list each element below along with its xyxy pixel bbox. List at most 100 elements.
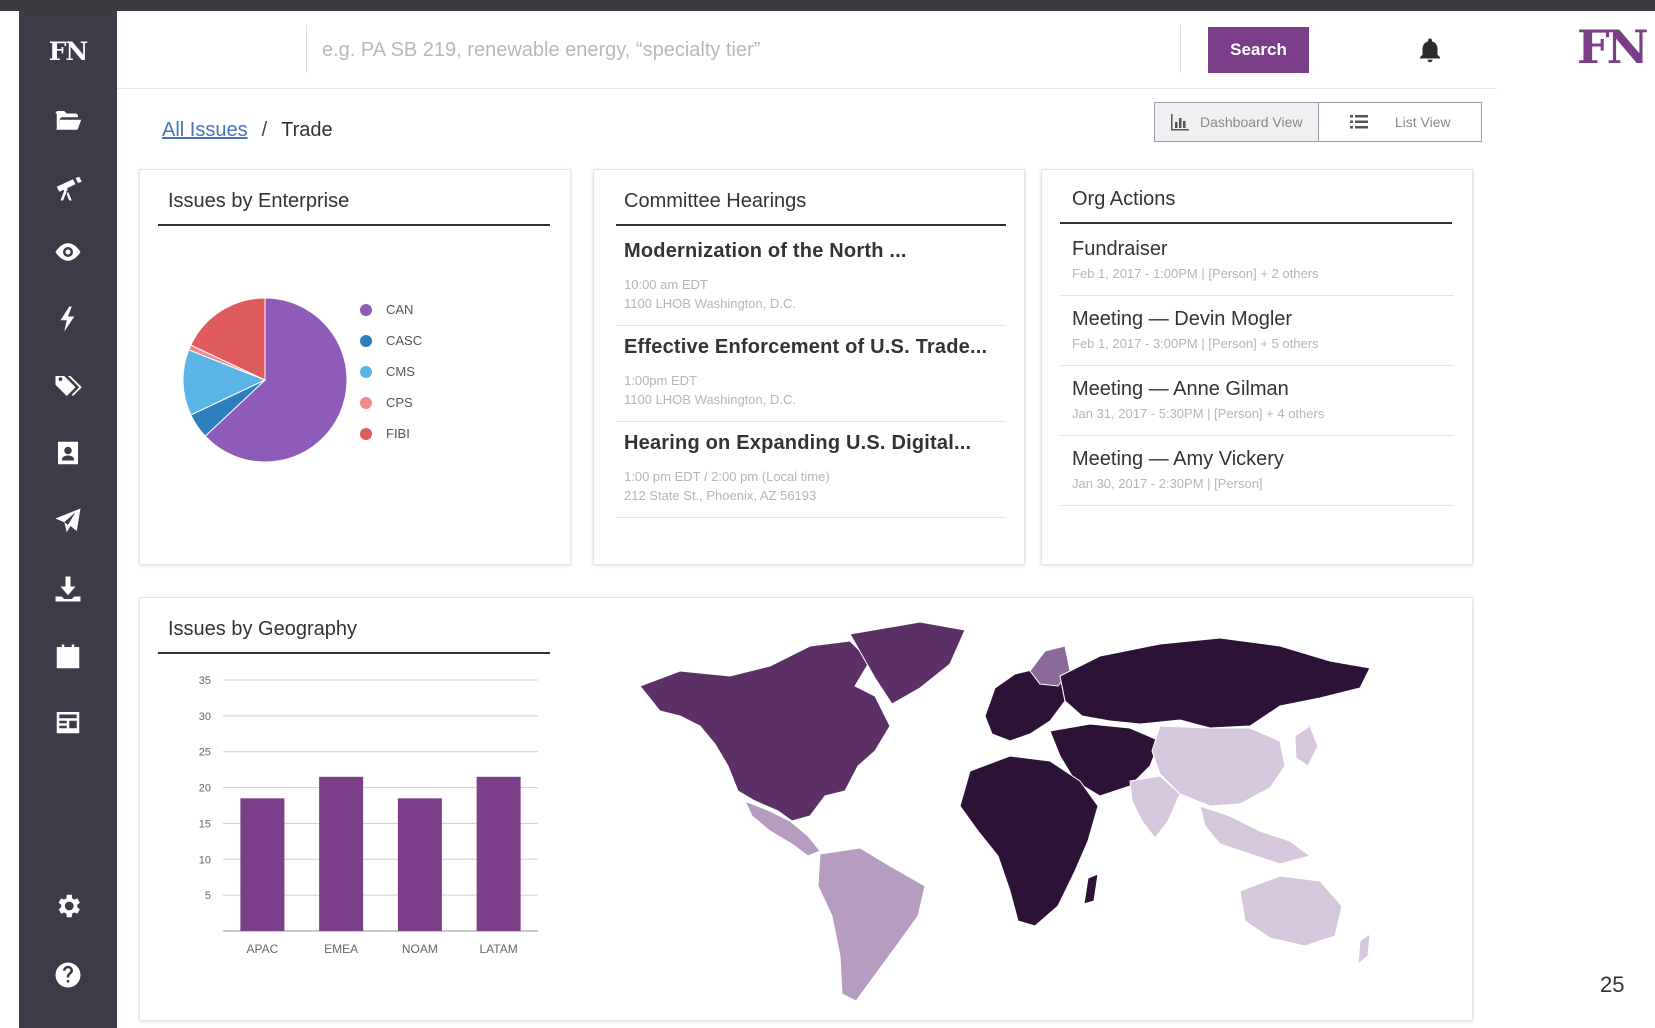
search-bar: Search bbox=[117, 11, 1497, 89]
list-view-label: List View bbox=[1394, 114, 1451, 130]
legend-label: CMS bbox=[386, 364, 415, 379]
enterprise-card: Issues by Enterprise CAN CASC CMS CPS FIBI bbox=[139, 169, 571, 565]
hearing-location: 1100 LHOB Washington, D.C. bbox=[624, 296, 796, 311]
org-action-item[interactable]: Meeting — Amy Vickery Jan 30, 2017 - 2:3… bbox=[1060, 448, 1454, 506]
org-action-meta: Feb 1, 2017 - 3:00PM | [Person] + 5 othe… bbox=[1072, 336, 1319, 351]
map-region-south-america[interactable] bbox=[817, 847, 926, 1002]
sidebar: FN bbox=[19, 11, 117, 1028]
legend-item: FIBI bbox=[360, 426, 410, 441]
y-tick-label: 10 bbox=[199, 854, 211, 866]
x-tick-label: LATAM bbox=[480, 942, 518, 956]
legend-item: CPS bbox=[360, 395, 413, 410]
hearings-rule bbox=[616, 224, 1006, 226]
geography-rule bbox=[158, 652, 550, 654]
download-icon[interactable] bbox=[19, 569, 117, 609]
folder-open-icon[interactable] bbox=[19, 101, 117, 141]
map-region-africa[interactable] bbox=[959, 755, 1099, 927]
search-button[interactable]: Search bbox=[1208, 27, 1309, 73]
org-actions-title: Org Actions bbox=[1072, 188, 1176, 210]
sidebar-logo: FN bbox=[48, 37, 89, 66]
org-action-item[interactable]: Meeting — Anne Gilman Jan 31, 2017 - 5:3… bbox=[1060, 378, 1454, 436]
search-divider-left bbox=[306, 25, 307, 73]
hearing-location: 212 State St., Phoenix, AZ 56193 bbox=[624, 488, 817, 503]
hearing-item[interactable]: Hearing on Expanding U.S. Digital... 1:0… bbox=[616, 432, 1006, 518]
hearing-title: Effective Enforcement of U.S. Trade... bbox=[624, 336, 988, 358]
geography-card: Issues by Geography 5 10 15 20 25 30 35 APAC EME… bbox=[139, 597, 1473, 1021]
bar-emea[interactable] bbox=[319, 776, 364, 931]
newspaper-icon[interactable] bbox=[19, 702, 117, 742]
org-action-title: Fundraiser bbox=[1072, 238, 1168, 260]
main-content: Search All Issues / Trade Dashboard View… bbox=[117, 11, 1497, 1028]
bar-apac[interactable] bbox=[240, 798, 285, 931]
org-action-title: Meeting — Anne Gilman bbox=[1072, 378, 1289, 400]
hearing-title: Hearing on Expanding U.S. Digital... bbox=[624, 432, 972, 454]
bar-chart-icon bbox=[1171, 114, 1189, 131]
hearing-time: 1:00 pm EDT / 2:00 pm (Local time) bbox=[624, 469, 830, 484]
y-tick-label: 35 bbox=[199, 675, 211, 687]
org-actions-card: Org Actions Fundraiser Feb 1, 2017 - 1:0… bbox=[1041, 169, 1473, 565]
page-number: 25 bbox=[1600, 972, 1625, 997]
world-map bbox=[639, 621, 1371, 1002]
map-region-madagascar[interactable] bbox=[1083, 873, 1099, 905]
breadcrumb-all-issues-link[interactable]: All Issues bbox=[162, 119, 248, 142]
legend-dot bbox=[360, 427, 372, 440]
y-tick-label: 20 bbox=[199, 783, 211, 795]
legend-label: CAN bbox=[386, 302, 414, 317]
map-region-north-america[interactable] bbox=[639, 640, 891, 822]
legend-item: CASC bbox=[360, 333, 422, 348]
legend-dot bbox=[360, 303, 372, 316]
telescope-icon[interactable] bbox=[19, 168, 117, 208]
geography-bar-chart: 5 10 15 20 25 30 35 APAC EMEA NOAM LATAM bbox=[199, 675, 538, 956]
y-tick-label: 25 bbox=[199, 747, 211, 759]
search-divider-right bbox=[1180, 25, 1181, 73]
eye-icon[interactable] bbox=[19, 232, 117, 272]
map-region-russia[interactable] bbox=[1059, 637, 1371, 729]
x-tick-label: NOAM bbox=[402, 942, 438, 956]
list-icon bbox=[1349, 115, 1368, 129]
hearings-title: Committee Hearings bbox=[624, 190, 807, 212]
legend-dot bbox=[360, 334, 372, 347]
map-region-australia[interactable] bbox=[1239, 875, 1343, 947]
calendar-icon[interactable] bbox=[19, 637, 117, 677]
hearing-time: 1:00pm EDT bbox=[624, 373, 697, 388]
tags-icon[interactable] bbox=[19, 366, 117, 406]
org-action-title: Meeting — Devin Mogler bbox=[1072, 308, 1293, 330]
top-border bbox=[0, 0, 1655, 11]
bolt-icon[interactable] bbox=[19, 299, 117, 339]
legend-dot bbox=[360, 365, 372, 378]
brand-logo: FN bbox=[1577, 20, 1649, 74]
org-action-meta: Feb 1, 2017 - 1:00PM | [Person] + 2 othe… bbox=[1072, 266, 1319, 281]
hearing-item[interactable]: Effective Enforcement of U.S. Trade... 1… bbox=[616, 336, 1006, 422]
gear-icon[interactable] bbox=[19, 886, 117, 926]
x-tick-label: EMEA bbox=[324, 942, 358, 956]
map-region-southeast-asia[interactable] bbox=[1199, 805, 1312, 865]
view-toggle: Dashboard View List View bbox=[1154, 102, 1482, 142]
search-input[interactable] bbox=[322, 31, 1282, 69]
bar-latam[interactable] bbox=[476, 776, 521, 931]
hearing-item[interactable]: Modernization of the North ... 10:00 am … bbox=[616, 240, 1006, 326]
y-tick-label: 5 bbox=[205, 890, 211, 902]
org-action-meta: Jan 31, 2017 - 5:30PM | [Person] + 4 oth… bbox=[1072, 406, 1325, 421]
bar-noam[interactable] bbox=[397, 798, 442, 931]
paper-plane-icon[interactable] bbox=[19, 501, 117, 541]
breadcrumb: All Issues / Trade bbox=[162, 119, 333, 142]
legend-dot bbox=[360, 396, 372, 409]
bell-icon[interactable] bbox=[1415, 35, 1445, 67]
hearing-title: Modernization of the North ... bbox=[624, 240, 907, 262]
legend-label: FIBI bbox=[386, 426, 410, 441]
legend-item: CMS bbox=[360, 364, 415, 379]
org-actions-rule bbox=[1060, 222, 1452, 224]
help-icon[interactable] bbox=[19, 955, 117, 995]
map-region-japan[interactable] bbox=[1294, 725, 1319, 767]
hearing-location: 1100 LHOB Washington, D.C. bbox=[624, 392, 796, 407]
contact-card-icon[interactable] bbox=[19, 433, 117, 473]
list-view-button[interactable]: List View bbox=[1319, 103, 1482, 141]
org-action-meta: Jan 30, 2017 - 2:30PM | [Person] bbox=[1072, 476, 1263, 491]
hearings-card: Committee Hearings Modernization of the … bbox=[593, 169, 1025, 565]
enterprise-rule bbox=[158, 224, 550, 226]
map-region-new-zealand[interactable] bbox=[1357, 932, 1371, 966]
org-action-item[interactable]: Meeting — Devin Mogler Feb 1, 2017 - 3:0… bbox=[1060, 308, 1454, 366]
dashboard-view-label: Dashboard View bbox=[1200, 114, 1303, 130]
org-action-item[interactable]: Fundraiser Feb 1, 2017 - 1:00PM | [Perso… bbox=[1060, 238, 1454, 296]
dashboard-view-button[interactable]: Dashboard View bbox=[1155, 103, 1319, 141]
